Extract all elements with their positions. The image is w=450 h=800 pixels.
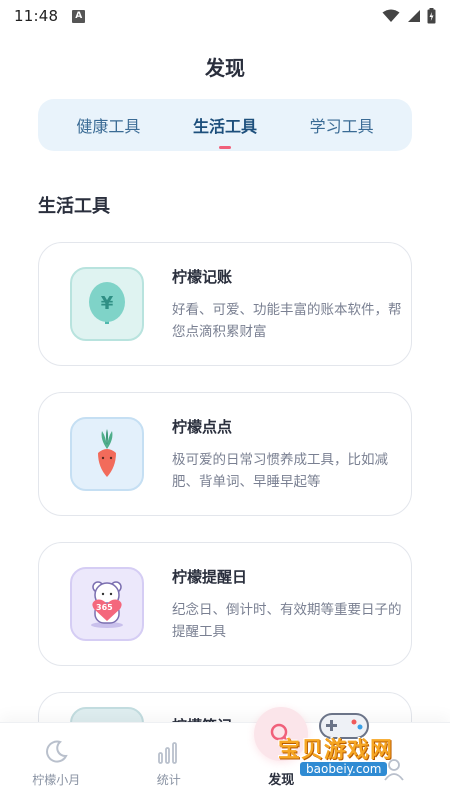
tool-category-tabs: 健康工具 生活工具 学习工具 bbox=[38, 99, 412, 151]
tool-card-habit[interactable]: 柠檬点点 极可爱的日常习惯养成工具，比如减肥、背单词、早睡早起等 bbox=[38, 392, 412, 516]
card-description: 好看、可爱、功能丰富的账本软件，帮您点滴积累财富 bbox=[172, 301, 402, 340]
card-title: 柠檬提醒日 bbox=[172, 567, 248, 586]
card-title: 柠檬点点 bbox=[172, 417, 233, 436]
money-tree-icon: ¥ bbox=[70, 267, 144, 341]
signal-icon bbox=[408, 10, 420, 22]
bear-heart-icon: 365 bbox=[70, 567, 144, 641]
status-bar: 11:48 A bbox=[0, 0, 450, 32]
status-time: 11:48 bbox=[14, 7, 59, 25]
radish-icon bbox=[70, 417, 144, 491]
nav-item-stats[interactable]: 统计 bbox=[113, 723, 226, 800]
watermark-url: baobeiy.com bbox=[300, 762, 388, 776]
active-tab-indicator bbox=[218, 146, 231, 149]
watermark: 宝贝游戏网 baobeiy.com bbox=[276, 708, 446, 788]
nav-label: 统计 bbox=[156, 773, 181, 787]
tab-health-tools[interactable]: 健康工具 bbox=[72, 107, 144, 143]
card-description: 极可爱的日常习惯养成工具，比如减肥、背单词、早睡早起等 bbox=[172, 451, 388, 490]
page-title: 发现 bbox=[205, 56, 245, 80]
tab-study-tools[interactable]: 学习工具 bbox=[306, 107, 378, 143]
tab-label: 健康工具 bbox=[76, 117, 141, 136]
tool-card-ledger[interactable]: ¥ 柠檬记账 好看、可爱、功能丰富的账本软件，帮您点滴积累财富 bbox=[38, 242, 412, 366]
tab-label: 学习工具 bbox=[309, 117, 374, 136]
bar-chart-icon bbox=[157, 742, 177, 764]
tab-life-tools[interactable]: 生活工具 bbox=[189, 107, 261, 149]
tab-label: 生活工具 bbox=[192, 117, 257, 136]
svg-text:¥: ¥ bbox=[101, 293, 114, 314]
notification-badge: A bbox=[72, 9, 86, 23]
moon-icon bbox=[46, 740, 68, 763]
status-icons bbox=[382, 8, 436, 24]
watermark-text: 宝贝游戏网 bbox=[278, 738, 394, 763]
battery-icon bbox=[427, 8, 436, 24]
countdown-badge: 365 bbox=[96, 603, 113, 612]
nav-label: 柠檬小月 bbox=[32, 773, 81, 787]
nav-item-lemon-moon[interactable]: 柠檬小月 bbox=[0, 723, 113, 800]
wifi-icon bbox=[382, 9, 400, 22]
card-description: 纪念日、倒计时、有效期等重要日子的提醒工具 bbox=[172, 601, 402, 640]
card-title: 柠檬记账 bbox=[172, 267, 233, 286]
tool-card-reminder[interactable]: 365 柠檬提醒日 纪念日、倒计时、有效期等重要日子的提醒工具 bbox=[38, 542, 412, 666]
section-title: 生活工具 bbox=[38, 196, 110, 217]
